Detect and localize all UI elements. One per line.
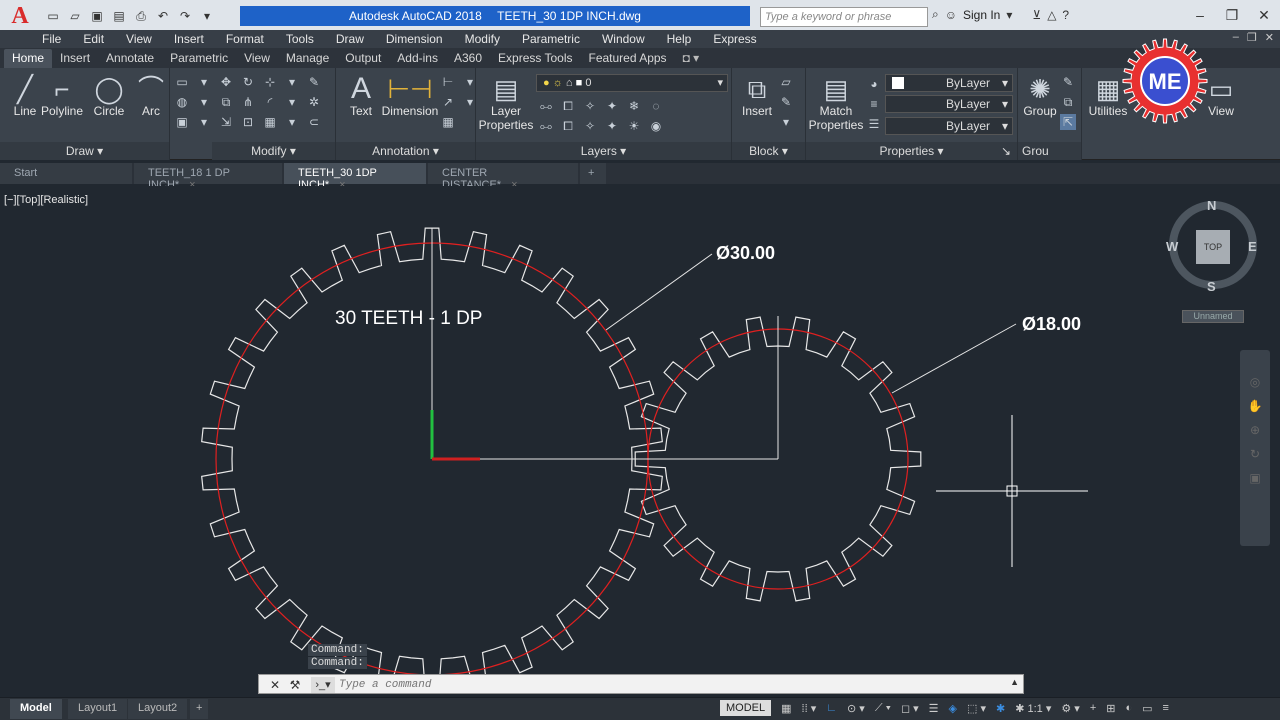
- annotation-scale-value: 1:1: [1027, 702, 1043, 715]
- compass-south[interactable]: S: [1207, 279, 1216, 294]
- pan-icon[interactable]: ✋: [1240, 394, 1270, 418]
- polar-icon[interactable]: ⊙ ▾: [847, 702, 865, 715]
- isolate-objects-icon[interactable]: ◐: [1125, 702, 1132, 714]
- dimension-small: Ø18.00: [1022, 314, 1082, 334]
- gear-annotation: 30 TEETH - 1 DP: [335, 308, 483, 329]
- clean-screen-icon[interactable]: ▭: [1142, 702, 1152, 715]
- showmotion-icon[interactable]: ▣: [1240, 466, 1270, 490]
- viewcube-top-face[interactable]: TOP: [1196, 230, 1230, 264]
- command-history: Command: Command:: [308, 644, 367, 670]
- lineweight-toggle-icon[interactable]: ☰: [929, 702, 939, 715]
- zoom-extents-icon[interactable]: ⊕: [1240, 418, 1270, 442]
- channel-logo: ME: [1122, 38, 1208, 124]
- annotation-visibility-icon[interactable]: ✱: [996, 702, 1005, 715]
- model-space-button[interactable]: MODEL: [720, 700, 772, 716]
- status-tools: MODEL ▦ ⁞⁞ ▾ ∟ ⊙ ▾ ⟋ ▾ ◻ ▾ ☰ ◈ ⬚ ▾ ✱ ✱ 1…: [720, 700, 1169, 716]
- isodraft-icon[interactable]: ⟋ ▾: [875, 702, 891, 715]
- units-icon[interactable]: ⊞: [1106, 702, 1115, 715]
- osnap-icon[interactable]: ◻ ▾: [901, 702, 919, 715]
- wrench-icon[interactable]: ⚒: [287, 677, 303, 693]
- annotation-monitor-icon[interactable]: +: [1090, 702, 1096, 714]
- orbit-icon[interactable]: ↻: [1240, 442, 1270, 466]
- badge-text: ME: [1149, 69, 1182, 94]
- ucs-menu-button[interactable]: Unnamed: [1182, 310, 1244, 323]
- selection-cycling-icon[interactable]: ⬚ ▾: [967, 702, 986, 715]
- close-icon[interactable]: ✕: [267, 677, 283, 693]
- layout-tab-layout1[interactable]: Layout1: [68, 699, 128, 719]
- command-history-line: Command:: [308, 657, 367, 669]
- leader-large: [605, 253, 713, 331]
- status-bar: Model Layout1 Layout2 + MODEL ▦ ⁞⁞ ▾ ∟ ⊙…: [0, 697, 1280, 720]
- command-history-line: Command:: [308, 644, 367, 656]
- leader-small: [891, 323, 1017, 394]
- workspace-icon[interactable]: ⚙ ▾: [1061, 702, 1079, 715]
- navigation-bar[interactable]: ◎ ✋ ⊕ ↻ ▣: [1240, 350, 1270, 546]
- command-input[interactable]: [339, 677, 979, 693]
- recent-commands-button[interactable]: ›_▾: [311, 677, 335, 693]
- annotation-scale-icon[interactable]: ✱ 1:1 ▾: [1015, 702, 1051, 715]
- compass-west[interactable]: W: [1166, 239, 1178, 254]
- chevron-up-icon[interactable]: ▲: [1010, 677, 1019, 687]
- command-line: ✕ ⚒ ›_▾ ▲: [258, 674, 1024, 694]
- transparency-icon[interactable]: ◈: [949, 702, 957, 715]
- snap-icon[interactable]: ⁞⁞ ▾: [802, 702, 817, 715]
- grid-icon[interactable]: ▦: [781, 702, 791, 715]
- drawing-svg: [201, 201, 1257, 691]
- navbar-tools: ◎ ✋ ⊕ ↻ ▣: [1240, 370, 1270, 490]
- customize-icon[interactable]: ≡: [1163, 702, 1169, 714]
- ortho-icon[interactable]: ∟: [826, 702, 837, 714]
- compass-east[interactable]: E: [1248, 239, 1257, 254]
- layout-tab-model[interactable]: Model: [10, 699, 62, 719]
- layout-tab-layout2[interactable]: Layout2: [128, 699, 188, 719]
- autocad-window: A ▭ ▱ ▣ ▤ ⎙ ↶ ↷ ▾ Autodesk AutoCAD 2018 …: [0, 0, 1280, 720]
- add-layout-button[interactable]: +: [190, 699, 209, 719]
- dimension-large: Ø30.00: [716, 243, 776, 263]
- compass-north[interactable]: N: [1207, 198, 1216, 213]
- full-navigation-wheel-icon[interactable]: ◎: [1240, 370, 1270, 394]
